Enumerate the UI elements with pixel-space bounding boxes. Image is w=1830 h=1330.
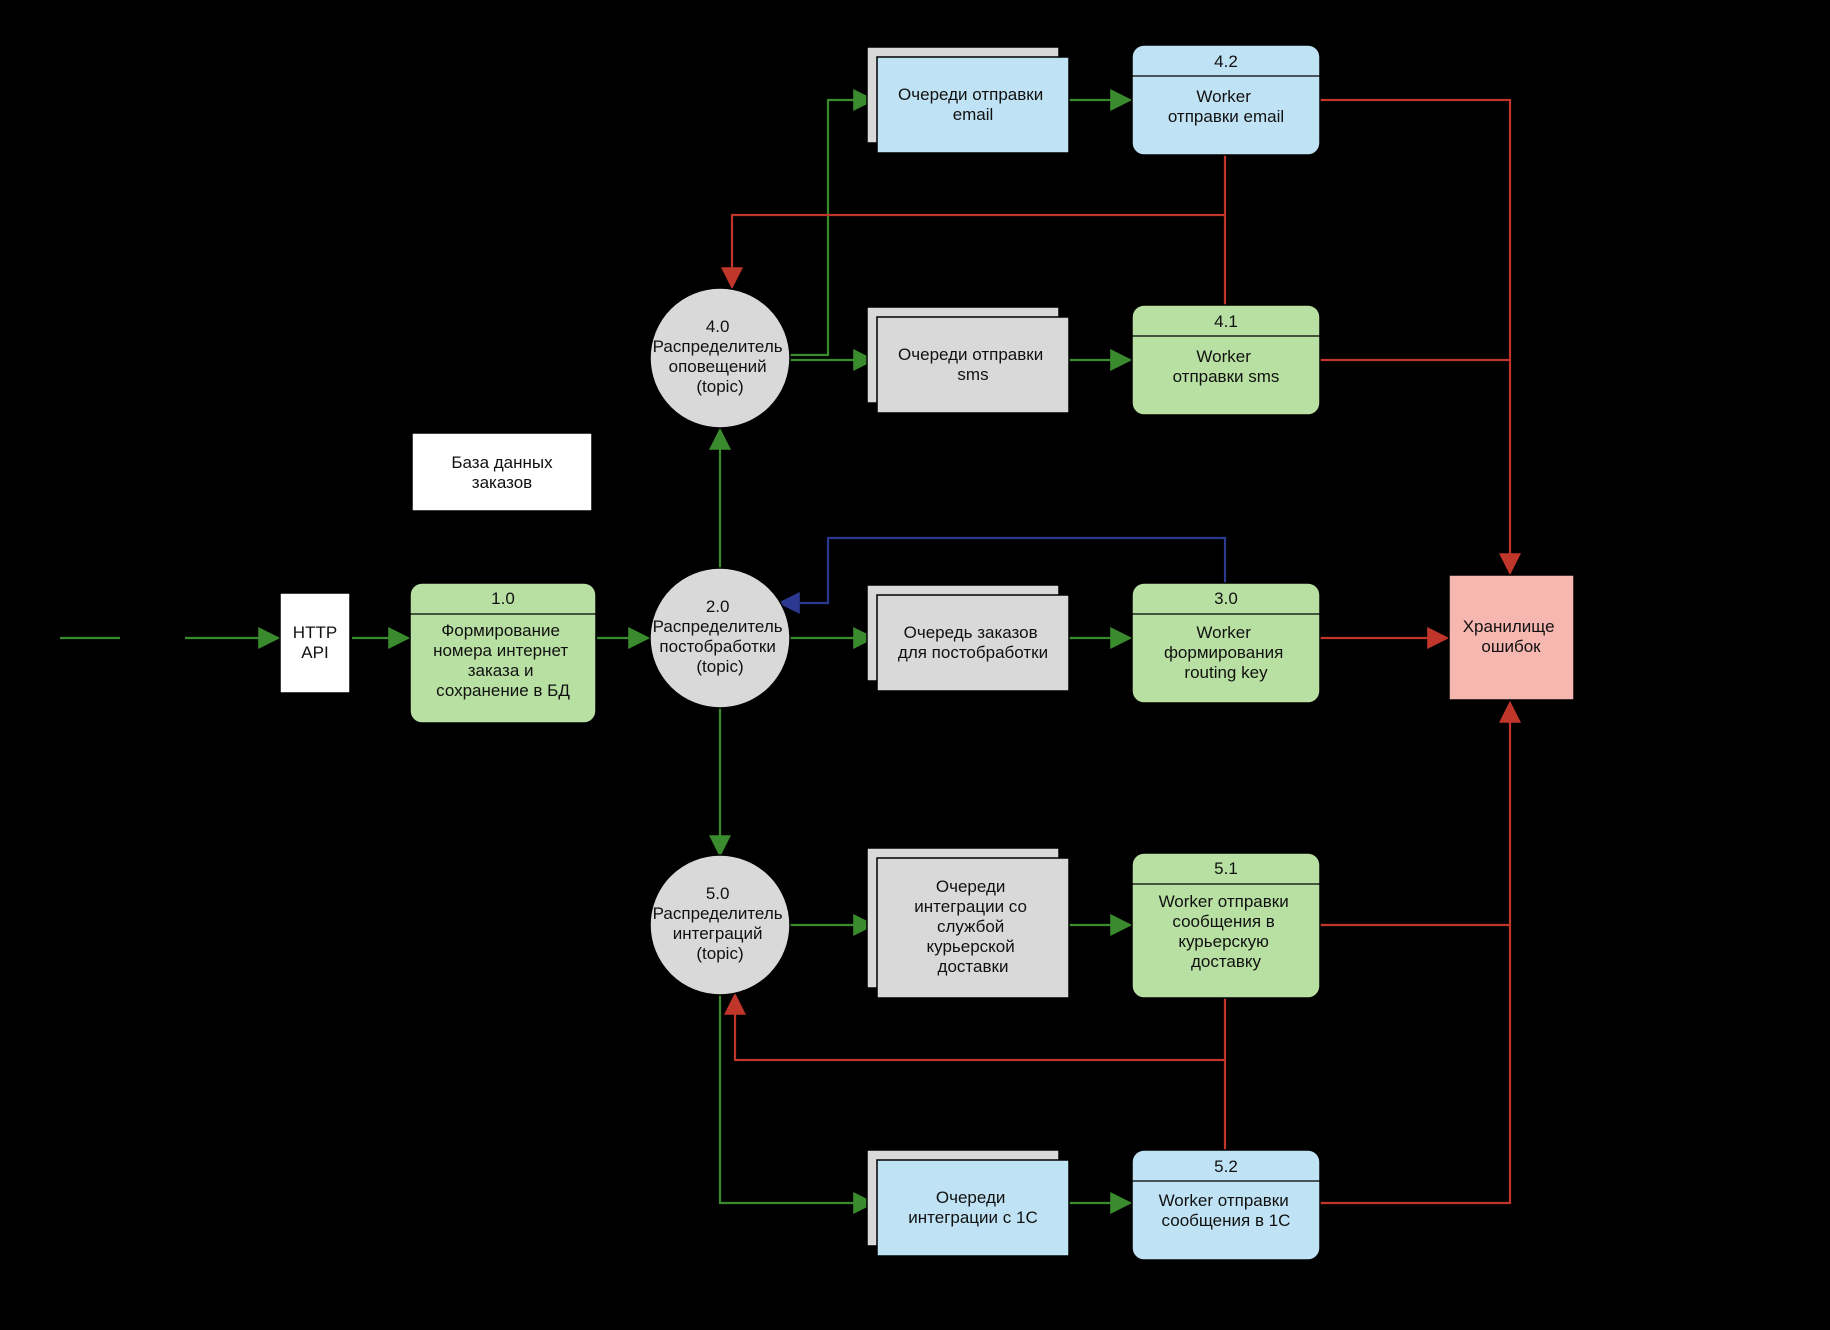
svg-text:Worker отправки сообщени: Worker отправки сообщения в 1С <box>1159 1191 1294 1230</box>
node-db-orders: База данныхзаказов <box>412 433 592 511</box>
svg-text:Очередь заказов для пост: Очередь заказов для постобработки <box>898 623 1048 662</box>
node-http-api: HTTPAPI <box>280 593 350 693</box>
worker-5-1: 5.1 Worker отправки сообщения в курьерск… <box>1132 853 1320 998</box>
worker-4-1: 4.1 Worker отправки sms <box>1132 305 1320 415</box>
svg-text:5.2: 5.2 <box>1214 1157 1238 1176</box>
worker-5-2: 5.2 Worker отправки сообщения в 1С <box>1132 1150 1320 1260</box>
diagram-canvas: HTTPAPI База данныхзаказов 1.0 Формирова… <box>0 0 1830 1330</box>
worker-3-0: 3.0 Worker формирования routing key <box>1132 583 1320 703</box>
queue-sms: Очереди отправки sms <box>867 307 1069 413</box>
node-5-0: 5.0 Распределитель интеграций (topic) <box>650 855 790 995</box>
node-4-0: 4.0 Распределитель оповещений (topic) <box>650 288 790 428</box>
worker-4-2: 4.2 Worker отправки email <box>1132 45 1320 155</box>
queue-1c: Очереди интеграции с 1С <box>867 1150 1069 1256</box>
svg-text:1.0: 1.0 <box>491 589 515 608</box>
svg-text:4.2: 4.2 <box>1214 52 1238 71</box>
svg-text:5.1: 5.1 <box>1214 859 1238 878</box>
svg-text:4.1: 4.1 <box>1214 312 1238 331</box>
node-1-0: 1.0 Формирование номера интернет заказа … <box>410 583 596 723</box>
node-error-store: Хранилище ошибок <box>1449 575 1574 700</box>
node-2-0: 2.0 Распределитель постобработки (topic) <box>650 568 790 708</box>
svg-text:3.0: 3.0 <box>1214 589 1238 608</box>
queue-email: Очереди отправки email <box>867 47 1069 153</box>
queue-courier: Очереди интеграции со службой курьерской… <box>867 848 1069 998</box>
queue-post: Очередь заказов для постобработки <box>867 585 1069 691</box>
